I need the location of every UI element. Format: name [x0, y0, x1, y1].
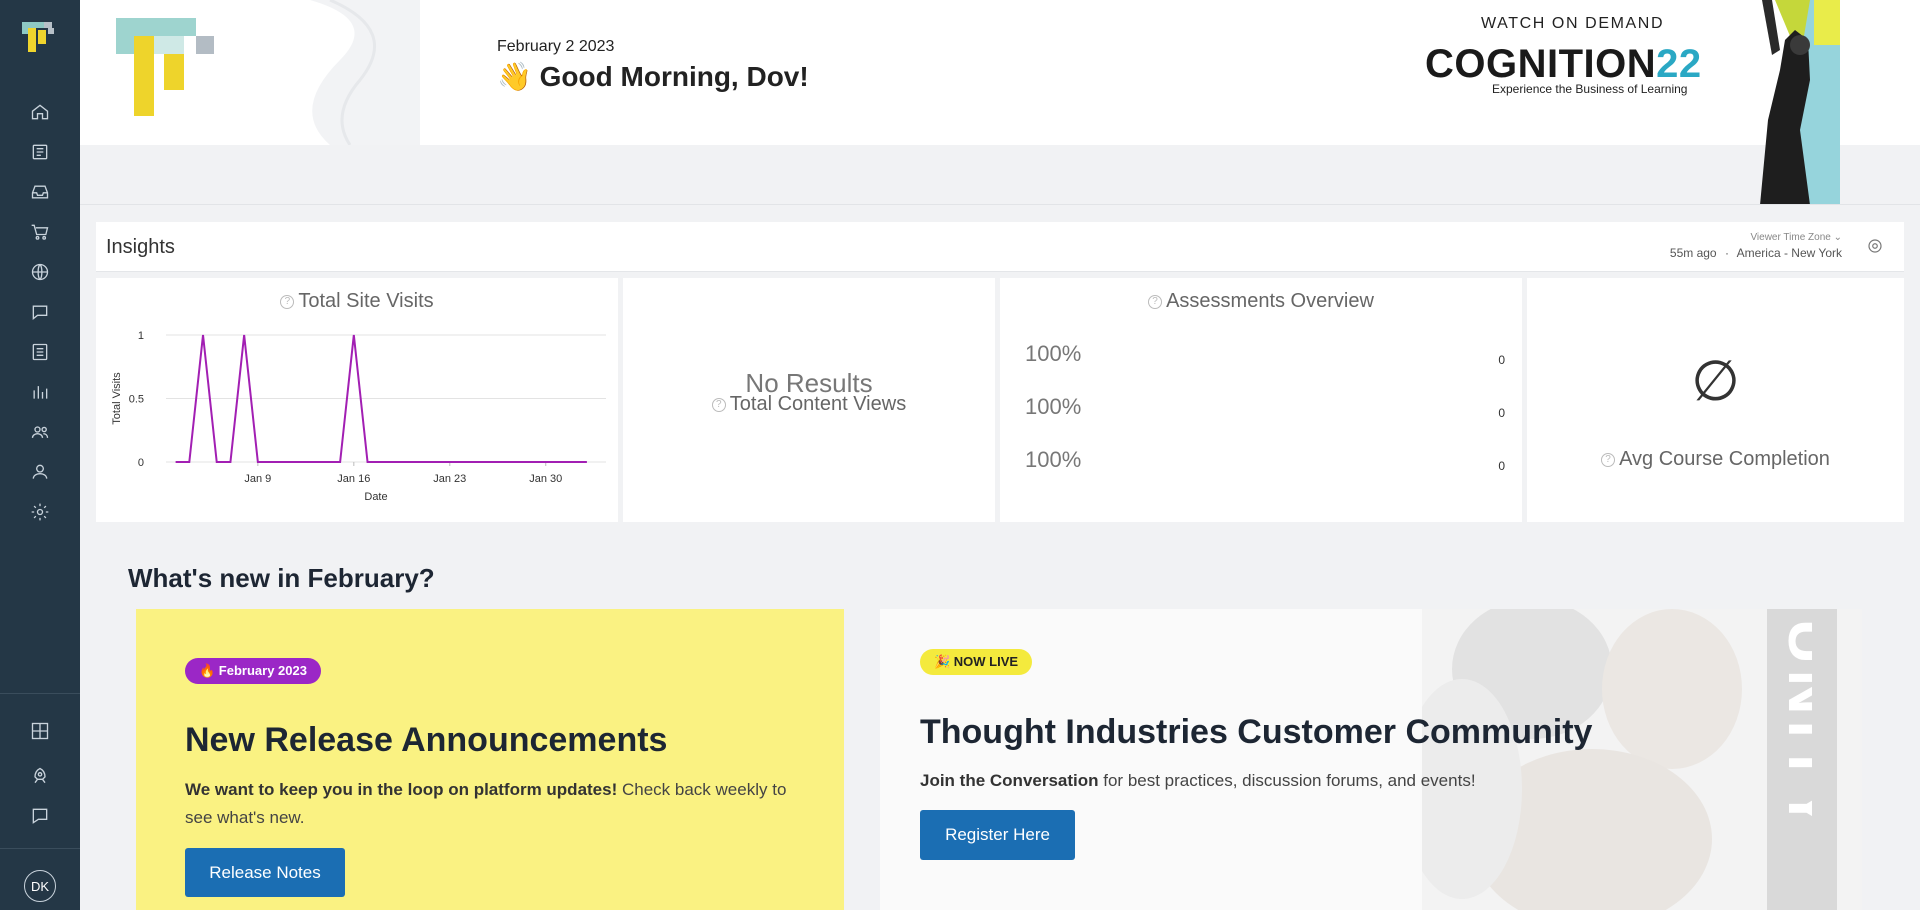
- now-live-badge: 🎉 NOW LIVE: [920, 649, 1033, 675]
- release-description: We want to keep you in the loop on platf…: [185, 780, 787, 827]
- content-views-title: ? Total Content Views: [623, 393, 995, 416]
- timezone-value[interactable]: America - New York: [1737, 246, 1842, 260]
- timezone-info: 55m ago · America - New York: [1670, 246, 1842, 260]
- users-icon[interactable]: [26, 418, 54, 446]
- community-description: Join the Conversation for best practices…: [920, 771, 1476, 790]
- greeting-date: February 2 2023: [497, 38, 615, 55]
- avatar[interactable]: DK: [24, 870, 56, 902]
- course-completion-card: ∅ ? Avg Course Completion: [1527, 278, 1904, 522]
- assessment-pct: 100%: [1025, 394, 1082, 419]
- greeting-title: 👋 Good Morning, Dov!: [497, 61, 809, 92]
- assessment-row: 100% 0: [1025, 394, 1505, 424]
- y-tick-label: 0.5: [129, 394, 144, 406]
- x-axis-label: Date: [364, 491, 387, 503]
- bar-chart-icon[interactable]: [26, 378, 54, 406]
- assessment-value: 0: [1498, 459, 1505, 473]
- site-visits-card: ? Total Site Visits 0 0.5 1 Jan 9 Jan 16 Jan 2…: [96, 278, 618, 522]
- x-tick-label: Jan 16: [337, 473, 370, 485]
- assessment-pct: 100%: [1025, 341, 1082, 366]
- chat-icon[interactable]: [26, 298, 54, 326]
- help-icon[interactable]: ?: [711, 398, 726, 412]
- y-axis-label: Total Visits: [111, 372, 123, 425]
- assessment-value: 0: [1498, 406, 1505, 420]
- release-notes-button[interactable]: Release Notes: [185, 848, 345, 897]
- insights-title: Insights: [106, 236, 175, 258]
- assessment-row: 100% 0: [1025, 341, 1505, 371]
- promo-watch-label: WATCH ON DEMAND: [1481, 15, 1665, 32]
- sidebar-divider-bottom: [0, 848, 80, 849]
- brand-logo: [116, 18, 214, 116]
- help-icon[interactable]: ?: [1601, 453, 1616, 467]
- community-vertical-text: UNITY: [1775, 619, 1812, 835]
- support-chat-icon[interactable]: [26, 802, 54, 830]
- app-logo[interactable]: [22, 22, 56, 58]
- rocket-icon[interactable]: [26, 762, 54, 790]
- x-tick-label: Jan 23: [433, 473, 466, 485]
- timezone-selector[interactable]: Viewer Time Zone ⌄: [1750, 232, 1842, 243]
- sidebar-divider: [0, 693, 80, 694]
- assessments-title: ? Assessments Overview: [1000, 290, 1522, 313]
- globe-icon[interactable]: [26, 258, 54, 286]
- header-divider: [80, 204, 1920, 205]
- release-panel: 🔥 February 2023 New Release Announcement…: [136, 609, 844, 910]
- x-tick-label: Jan 9: [244, 473, 271, 485]
- release-badge: 🔥 February 2023: [185, 658, 321, 684]
- gear-icon[interactable]: [26, 498, 54, 526]
- updated-ago: 55m ago: [1669, 246, 1717, 260]
- site-visits-chart: 0 0.5 1 Jan 9 Jan 16 Jan 23 Jan 30 Date Total Vi…: [111, 330, 606, 503]
- cart-icon[interactable]: [26, 218, 54, 246]
- inbox-icon[interactable]: [26, 178, 54, 206]
- register-button[interactable]: Register Here: [920, 810, 1075, 860]
- assessment-pct: 100%: [1025, 447, 1082, 472]
- assessments-card: ? Assessments Overview 100% 0 100% 0 100%…: [1000, 278, 1522, 522]
- svg-text:UNITY: UNITY: [1775, 619, 1812, 835]
- community-title: Thought Industries Customer Community: [920, 713, 1593, 751]
- sidebar: DK: [0, 0, 80, 910]
- insights-bar: Insights Viewer Time Zone ⌄ 55m ago · Am…: [96, 222, 1904, 272]
- grid-icon[interactable]: [26, 717, 54, 745]
- promo-brand: COGNITION22: [1425, 42, 1702, 86]
- assessment-row: 100% 0: [1025, 447, 1505, 477]
- separator: ·: [1724, 246, 1729, 260]
- content-icon[interactable]: [26, 138, 54, 166]
- assessment-value: 0: [1498, 353, 1505, 367]
- y-tick-label: 0: [138, 457, 144, 469]
- x-tick-label: Jan 30: [529, 473, 562, 485]
- help-icon[interactable]: ?: [1148, 295, 1163, 309]
- insights-settings-icon[interactable]: [1866, 237, 1884, 255]
- y-tick-label: 1: [138, 330, 144, 342]
- community-panel: UNITY 🎉 NOW LIVE Thought Industries Cust…: [880, 609, 1862, 910]
- content-views-card: No Results ? Total Content Views: [623, 278, 995, 522]
- course-completion-title: ? Avg Course Completion: [1527, 448, 1904, 471]
- empty-set-symbol: ∅: [1691, 349, 1740, 412]
- user-icon[interactable]: [26, 458, 54, 486]
- release-title: New Release Announcements: [185, 721, 668, 759]
- list-icon[interactable]: [26, 338, 54, 366]
- home-icon[interactable]: [26, 98, 54, 126]
- promo-tagline: Experience the Business of Learning: [1492, 82, 1688, 96]
- whats-new-heading: What's new in February?: [128, 563, 435, 593]
